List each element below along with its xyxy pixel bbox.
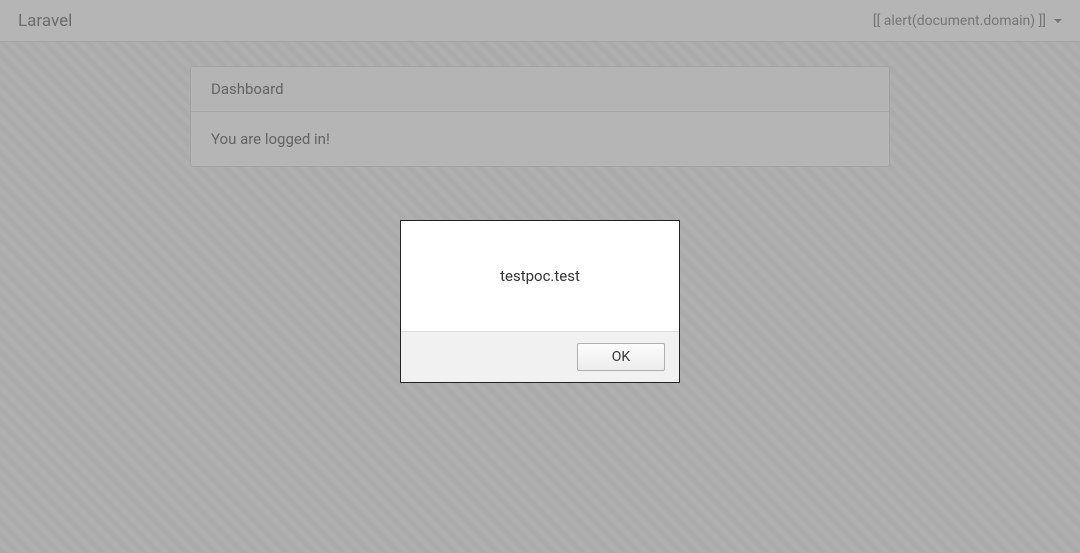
alert-message: testpoc.test bbox=[401, 221, 679, 331]
alert-dialog: testpoc.test OK bbox=[400, 220, 680, 383]
alert-footer: OK bbox=[401, 331, 679, 382]
ok-button[interactable]: OK bbox=[577, 343, 665, 371]
modal-overlay: testpoc.test OK bbox=[0, 0, 1080, 553]
